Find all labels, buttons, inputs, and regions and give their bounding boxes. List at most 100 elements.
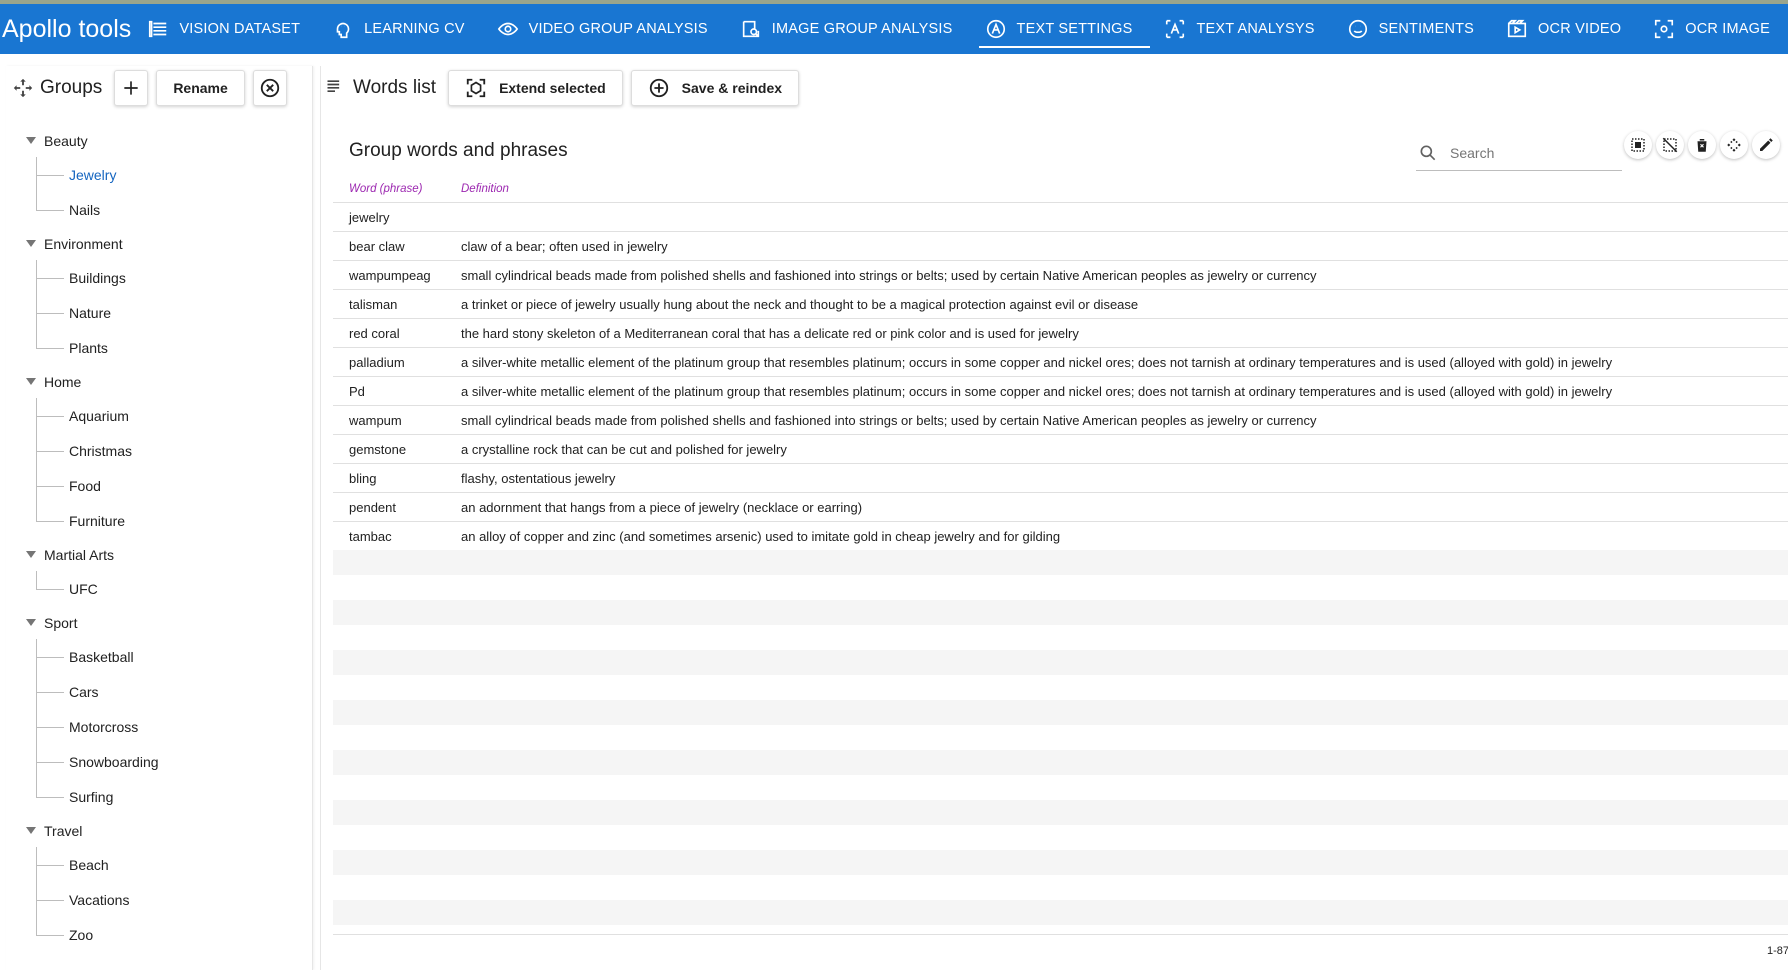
tree-child-item[interactable]: UFC bbox=[6, 571, 306, 606]
nav-tab-label: TEXT SETTINGS bbox=[1016, 21, 1133, 37]
save-reindex-label: Save & reindex bbox=[681, 80, 783, 96]
tree-child-item[interactable]: Motorcross bbox=[6, 709, 306, 744]
tree-parent-label: Home bbox=[44, 373, 82, 390]
tree-child-label: Motorcross bbox=[69, 718, 139, 735]
definition-cell: small cylindrical beads made from polish… bbox=[461, 267, 1317, 283]
table-row[interactable]: wampumpeag small cylindrical beads made f… bbox=[333, 261, 1788, 290]
definition-cell: small cylindrical beads made from polish… bbox=[461, 412, 1317, 428]
tree-parent-item[interactable]: Home bbox=[6, 365, 306, 398]
tree-child-label: Aquarium bbox=[69, 407, 129, 424]
word-cell: pendent bbox=[349, 499, 396, 515]
word-cell: bear claw bbox=[349, 238, 405, 254]
nav-tab-text-analysys[interactable]: TEXT ANALYSYS bbox=[1150, 4, 1332, 54]
tree-parent-item[interactable]: Beauty bbox=[6, 124, 306, 157]
tree-child-item[interactable]: Nature bbox=[6, 295, 306, 330]
nav-tab-vision-dataset[interactable]: VISION DATASET bbox=[133, 4, 318, 54]
eye-icon bbox=[497, 18, 529, 40]
nav-tab-video-group-analysis[interactable]: VIDEO GROUP ANALYSIS bbox=[483, 4, 726, 54]
tree-child-item[interactable]: Furniture bbox=[6, 503, 306, 538]
tree-child-item[interactable]: Surfing bbox=[6, 779, 306, 814]
text-analysis-icon bbox=[1164, 18, 1196, 40]
tree-child-item[interactable]: Aquarium bbox=[6, 398, 306, 433]
tree-child-item[interactable]: Vacations bbox=[6, 882, 306, 917]
tree-group: Beauty Jewelry Nails bbox=[6, 124, 306, 227]
tree-child-label: Cars bbox=[69, 683, 99, 700]
caret-down-icon[interactable] bbox=[26, 240, 36, 247]
tree-parent-label: Beauty bbox=[44, 132, 88, 149]
drag-move-icon[interactable] bbox=[12, 77, 34, 99]
table-row[interactable]: gemstone a crystalline rock that can be c… bbox=[333, 435, 1788, 464]
save-reindex-button[interactable]: Save & reindex bbox=[630, 70, 800, 106]
groups-tree: Beauty Jewelry Nails Environment Buildings Na… bbox=[6, 124, 306, 952]
nav-tab-image-group-analysis[interactable]: IMAGE GROUP ANALYSIS bbox=[726, 4, 971, 54]
word-cell: Pd bbox=[349, 383, 365, 399]
table-row[interactable]: talisman a trinket or piece of jewelry us… bbox=[333, 290, 1788, 319]
table-row[interactable]: bear claw claw of a bear; often used in j… bbox=[333, 232, 1788, 261]
nav-tab-ocr-image[interactable]: OCR IMAGE bbox=[1639, 4, 1788, 54]
nav-tab-ocr-video[interactable]: OCR VIDEO bbox=[1492, 4, 1639, 54]
extend-selected-button[interactable]: Extend selected bbox=[448, 70, 623, 106]
nav-tab-sentiments[interactable]: SENTIMENTS bbox=[1333, 4, 1492, 54]
column-header-word[interactable]: Word (phrase) bbox=[333, 183, 461, 195]
tree-parent-item[interactable]: Travel bbox=[6, 814, 306, 847]
tree-parent-item[interactable]: Sport bbox=[6, 606, 306, 639]
scatter-icon[interactable] bbox=[1720, 131, 1748, 159]
caret-down-icon[interactable] bbox=[26, 827, 36, 834]
word-cell: jewelry bbox=[349, 209, 390, 225]
tree-child-item[interactable]: Cars bbox=[6, 674, 306, 709]
add-group-button[interactable] bbox=[114, 70, 149, 106]
word-cell: talisman bbox=[349, 296, 398, 312]
tree-parent-item[interactable]: Environment bbox=[6, 227, 306, 260]
tree-child-label: UFC bbox=[69, 580, 98, 597]
caret-down-icon[interactable] bbox=[26, 551, 36, 558]
words-title: Words list bbox=[353, 77, 437, 98]
tree-child-item[interactable]: Food bbox=[6, 468, 306, 503]
tree-child-item[interactable]: Jewelry bbox=[6, 157, 306, 192]
tree-group: Martial Arts UFC bbox=[6, 538, 306, 606]
table-row[interactable]: palladium a silver-white metallic element… bbox=[333, 348, 1788, 377]
tree-child-item[interactable]: Snowboarding bbox=[6, 744, 306, 779]
caret-down-icon[interactable] bbox=[26, 619, 36, 626]
search-input[interactable] bbox=[1448, 144, 1612, 162]
tree-child-item[interactable]: Beach bbox=[6, 847, 306, 882]
table-row[interactable]: red coral the hard stony skeleton of a Me… bbox=[333, 319, 1788, 348]
tree-group: Travel Beach Vacations Zoo bbox=[6, 814, 306, 952]
tree-child-item[interactable]: Basketball bbox=[6, 639, 306, 674]
caret-down-icon[interactable] bbox=[26, 378, 36, 385]
word-cell: tambac bbox=[349, 528, 392, 544]
table-actions bbox=[1624, 131, 1784, 159]
table-row[interactable]: jewelry bbox=[333, 203, 1788, 232]
tree-child-label: Buildings bbox=[69, 269, 126, 286]
table-row[interactable]: tambac an alloy of copper and zinc (and s… bbox=[333, 522, 1788, 551]
tree-child-item[interactable]: Buildings bbox=[6, 260, 306, 295]
tree-child-item[interactable]: Nails bbox=[6, 192, 306, 227]
nav-tab-text-settings[interactable]: TEXT SETTINGS bbox=[971, 4, 1151, 54]
column-header-definition[interactable]: Definition bbox=[461, 183, 1788, 195]
search-box bbox=[1416, 136, 1622, 171]
table-row[interactable]: pendent an adornment that hangs from a pi… bbox=[333, 493, 1788, 522]
table-row[interactable]: wampum small cylindrical beads made from … bbox=[333, 406, 1788, 435]
select-all-icon[interactable] bbox=[1624, 131, 1652, 159]
caret-down-icon[interactable] bbox=[26, 137, 36, 144]
word-cell: wampumpeag bbox=[349, 267, 431, 283]
nav-tab-label: SENTIMENTS bbox=[1378, 21, 1475, 37]
tree-parent-item[interactable]: Martial Arts bbox=[6, 538, 306, 571]
delete-icon[interactable] bbox=[1688, 131, 1716, 159]
tree-child-item[interactable]: Plants bbox=[6, 330, 306, 365]
word-cell: palladium bbox=[349, 354, 405, 370]
table-row[interactable]: Pd a silver-white metallic element of the… bbox=[333, 377, 1788, 406]
edit-pencil-icon[interactable] bbox=[1752, 131, 1780, 159]
nav-tab-learning-cv[interactable]: LEARNING CV bbox=[318, 4, 483, 54]
tree-child-label: Vacations bbox=[69, 891, 130, 908]
tree-parent-label: Environment bbox=[44, 235, 123, 252]
extend-selected-label: Extend selected bbox=[499, 80, 606, 96]
tree-child-item[interactable]: Christmas bbox=[6, 433, 306, 468]
tree-child-item[interactable]: Zoo bbox=[6, 917, 306, 952]
definition-cell: a trinket or piece of jewelry usually hu… bbox=[461, 296, 1139, 312]
image-search-icon bbox=[740, 18, 772, 40]
delete-group-button[interactable] bbox=[252, 70, 287, 106]
save-plus-icon bbox=[648, 77, 682, 99]
rename-button[interactable]: Rename bbox=[156, 70, 245, 106]
deselect-icon[interactable] bbox=[1656, 131, 1684, 159]
table-row[interactable]: bling flashy, ostentatious jewelry bbox=[333, 464, 1788, 493]
